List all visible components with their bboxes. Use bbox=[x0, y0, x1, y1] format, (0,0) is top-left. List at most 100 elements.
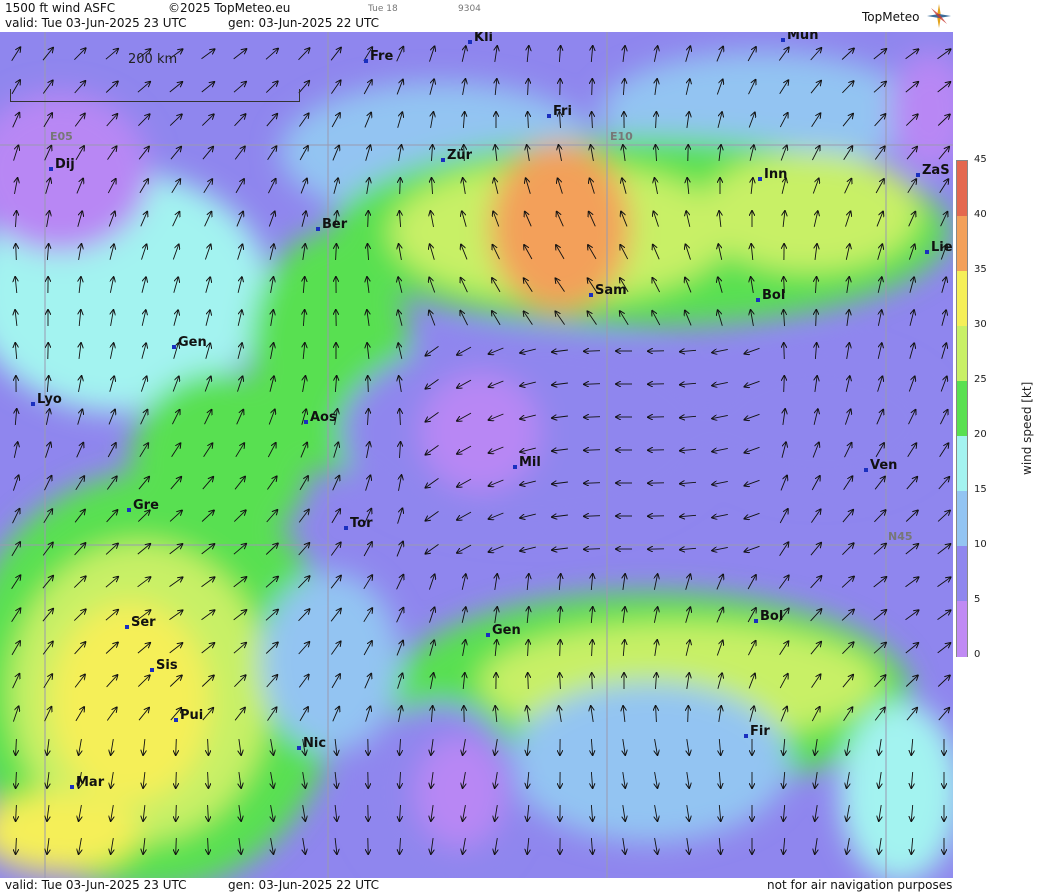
wind-arrow bbox=[303, 805, 306, 821]
wind-arrow bbox=[16, 244, 17, 261]
city-label[interactable]: Sis bbox=[150, 658, 178, 673]
wind-arrow bbox=[941, 343, 947, 359]
wind-arrow bbox=[429, 311, 436, 326]
wind-arrow bbox=[719, 837, 720, 854]
wind-arrow bbox=[592, 79, 593, 96]
wind-arrow bbox=[269, 244, 274, 260]
wind-arrow bbox=[712, 514, 728, 517]
legend-tick-label: 40 bbox=[974, 209, 987, 220]
wind-arrow bbox=[584, 483, 601, 484]
wind-arrow bbox=[745, 545, 760, 551]
wind-arrow bbox=[847, 310, 849, 326]
wind-field-svg bbox=[0, 32, 953, 878]
wind-arrow bbox=[266, 114, 277, 127]
wind-arrow bbox=[429, 607, 435, 623]
wind-arrow bbox=[811, 509, 820, 523]
wind-arrow bbox=[938, 708, 949, 721]
wind-arrow bbox=[335, 804, 337, 821]
city-label[interactable]: Fri bbox=[547, 104, 572, 119]
wind-arrow bbox=[841, 577, 854, 588]
wind-arrow bbox=[905, 577, 919, 588]
wind-arrow bbox=[909, 277, 914, 293]
city-label[interactable]: Lie bbox=[925, 240, 953, 255]
wind-arrow bbox=[74, 48, 85, 61]
wind-arrow bbox=[841, 610, 854, 621]
city-label[interactable]: Tor bbox=[344, 516, 372, 531]
city-label[interactable]: Pui bbox=[174, 708, 203, 723]
wind-arrow bbox=[14, 442, 17, 458]
city-label[interactable]: Gre bbox=[127, 498, 159, 513]
wind-arrow bbox=[623, 46, 625, 62]
wind-arrow bbox=[784, 376, 785, 393]
wind-arrow bbox=[426, 544, 439, 553]
city-label[interactable]: Lyo bbox=[31, 392, 62, 407]
wind-arrow bbox=[938, 477, 949, 490]
city-label[interactable]: ZaS bbox=[916, 163, 950, 178]
wind-arrow bbox=[46, 409, 49, 425]
wind-arrow bbox=[428, 574, 434, 590]
city-label[interactable]: Zür bbox=[441, 148, 472, 163]
legend-tick-label: 25 bbox=[974, 374, 987, 385]
wind-arrow bbox=[847, 838, 850, 854]
legend-tick-label: 30 bbox=[974, 319, 987, 330]
wind-arrow bbox=[457, 544, 472, 553]
wind-arrow bbox=[779, 509, 788, 524]
wind-arrow bbox=[841, 49, 854, 60]
city-label[interactable]: Bol bbox=[754, 609, 783, 624]
city-label[interactable]: Mun bbox=[781, 32, 818, 43]
wind-arrow bbox=[909, 310, 914, 326]
wind-arrow bbox=[462, 46, 466, 62]
coord-label: N45 bbox=[888, 530, 913, 543]
city-label[interactable]: Gen bbox=[486, 623, 521, 638]
city-label[interactable]: Fre bbox=[364, 49, 393, 64]
city-label[interactable]: Bol bbox=[756, 288, 785, 303]
wind-arrow bbox=[937, 544, 951, 555]
city-label[interactable]: Inn bbox=[758, 167, 787, 182]
wind-map[interactable]: 200 km E05 E10 N45 Kli Mun Fre Fri Dij Z… bbox=[0, 32, 953, 878]
city-label[interactable]: Ser bbox=[125, 615, 156, 630]
city-label[interactable]: Nic bbox=[297, 736, 326, 751]
city-label[interactable]: Gen bbox=[172, 335, 207, 350]
wind-arrow bbox=[176, 738, 177, 755]
city-label[interactable]: Mil bbox=[513, 455, 541, 470]
wind-arrow bbox=[330, 48, 341, 61]
wind-arrow bbox=[462, 574, 466, 590]
wind-arrow bbox=[815, 805, 817, 821]
wind-arrow bbox=[940, 377, 947, 392]
wind-arrow bbox=[44, 476, 52, 491]
coord-label: E10 bbox=[610, 130, 633, 143]
wind-arrow bbox=[527, 574, 529, 591]
wind-arrow bbox=[176, 804, 177, 821]
legend-swatch bbox=[957, 216, 967, 272]
city-label[interactable]: Ven bbox=[864, 458, 897, 473]
wind-arrow bbox=[201, 49, 215, 60]
wind-arrow bbox=[559, 574, 560, 591]
city-label[interactable]: Aos bbox=[304, 410, 337, 425]
product-title: 1500 ft wind ASFC bbox=[5, 1, 116, 15]
city-label[interactable]: Sam bbox=[589, 283, 627, 298]
legend-tick-label: 45 bbox=[974, 154, 987, 165]
legend-tick-label: 5 bbox=[974, 594, 981, 605]
city-label[interactable]: Kli bbox=[468, 32, 493, 45]
city-label[interactable]: Dij bbox=[49, 157, 75, 172]
wind-arrow bbox=[335, 771, 337, 788]
legend-swatch bbox=[957, 381, 967, 437]
wind-arrow bbox=[592, 673, 593, 690]
wind-arrow bbox=[560, 640, 561, 657]
wind-arrow bbox=[778, 576, 788, 589]
wind-arrow bbox=[495, 574, 497, 590]
wind-arrow bbox=[584, 450, 601, 451]
wind-arrow bbox=[332, 476, 340, 491]
wind-arrow bbox=[680, 515, 697, 516]
color-scale-bar bbox=[956, 160, 968, 657]
wind-arrow bbox=[368, 211, 369, 228]
wind-arrow bbox=[12, 475, 18, 491]
wind-arrow bbox=[584, 516, 601, 517]
city-label[interactable]: Ber bbox=[316, 217, 347, 232]
city-label[interactable]: Mar bbox=[70, 775, 104, 790]
city-label[interactable]: Fir bbox=[744, 724, 770, 739]
valid-time: valid: Tue 03-Jun-2025 23 UTC bbox=[5, 16, 187, 30]
wind-arrow bbox=[937, 676, 950, 687]
wind-arrow bbox=[878, 343, 882, 359]
wind-arrow bbox=[527, 837, 529, 854]
